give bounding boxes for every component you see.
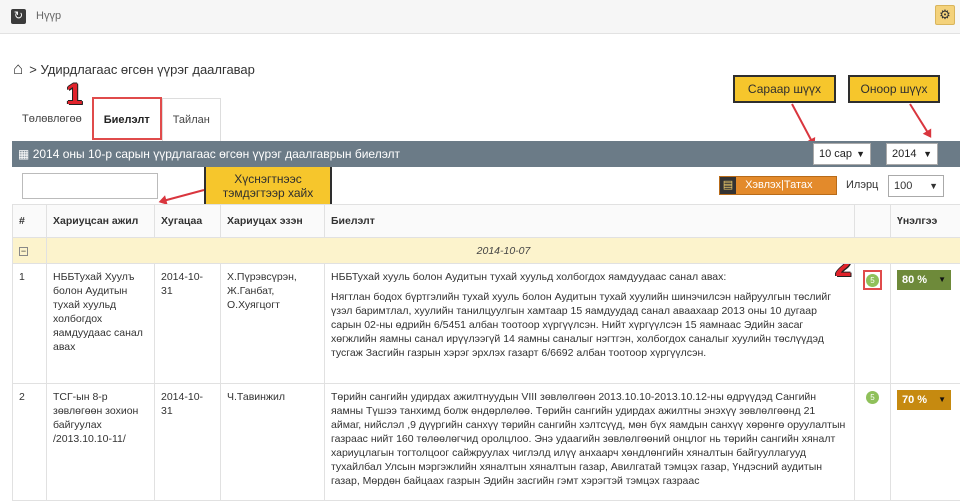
row-rating: 70 % ▼	[890, 383, 960, 501]
search-input[interactable]	[22, 173, 158, 199]
row-report: НББТухай хууль болон Аудитын тухай хууль…	[324, 263, 855, 384]
top-bar: ↻ Нүүр ⚙	[0, 0, 960, 34]
collapse-icon[interactable]: −	[19, 246, 28, 256]
chevron-down-icon: ▼	[938, 395, 946, 404]
panel-title: ▦ 2014 оны 10-р сарын үүрдлагаас өгсөн ү…	[18, 147, 400, 161]
table-toolbar: ▤ Хэвлэх|Татах Илэрц 100 ▼	[12, 167, 960, 204]
tab-execution[interactable]: Биелэлт	[91, 97, 162, 140]
month-select-value: 10 сар	[819, 148, 853, 160]
chevron-down-icon: ▼	[856, 149, 865, 159]
group-toggle-cell: −	[12, 237, 47, 264]
row-comments: 5	[854, 383, 891, 501]
chevron-down-icon: ▼	[938, 275, 946, 284]
panel-header: ▦ 2014 оны 10-р сарын үүрдлагаас өгсөн ү…	[12, 141, 960, 167]
row-report-paragraph: Төрийн сангийн удирдах ажилтнуудын VIII …	[331, 391, 846, 487]
group-date: 2014-10-07	[46, 237, 960, 264]
group-row: − 2014-10-07	[12, 237, 960, 264]
rating-value: 70 %	[902, 394, 928, 406]
per-page-value: 100	[894, 180, 913, 192]
chevron-down-icon: ▼	[923, 149, 932, 159]
column-header-comments	[854, 204, 891, 238]
row-rating: 80 % ▼	[890, 263, 960, 384]
panel-title-text: 2014 оны 10-р сарын үүрдлагаас өгсөн үүр…	[32, 147, 401, 161]
table-row: 2 ТСГ-ын 8-р зөвлөгөөн зохион байгуулах …	[12, 383, 960, 501]
table-header-row: # Хариуцсан ажил Хугацаа Хариуцах эзэн Б…	[12, 204, 960, 238]
tab-plan[interactable]: Төлөвлөгөө	[12, 98, 92, 141]
page-title: > Удирдлагаас өгсөн үүрэг даалгавар	[29, 61, 255, 77]
annotation-arrow-month	[791, 103, 815, 146]
table-row: 1 НББТухай Хуулъ болон Аудитын тухай хуу…	[12, 263, 960, 384]
comment-badge-wrapper[interactable]: 5	[863, 270, 882, 290]
rating-value: 80 %	[902, 274, 928, 286]
annotation-month-filter-label: Сараар шүүх	[747, 82, 822, 96]
print-icon: ▤	[720, 177, 736, 194]
per-page-label: Илэрц	[846, 179, 879, 191]
row-number: 1	[12, 263, 47, 384]
row-task: ТСГ-ын 8-р зөвлөгөөн зохион байгуулах /2…	[46, 383, 155, 501]
rating-select[interactable]: 70 % ▼	[897, 390, 951, 410]
per-page-select[interactable]: 100 ▼	[888, 175, 944, 197]
row-comments: 5	[854, 263, 891, 384]
comment-count-badge[interactable]: 5	[866, 274, 879, 287]
row-report-paragraph: НББТухай хууль болон Аудитын тухай хууль…	[331, 271, 727, 283]
column-header-owner[interactable]: Хариуцах эзэн	[220, 204, 325, 238]
rating-select[interactable]: 80 % ▼	[897, 270, 951, 290]
chevron-down-icon: ▼	[929, 181, 938, 191]
reload-icon[interactable]: ↻	[11, 9, 26, 24]
row-number: 2	[12, 383, 47, 501]
execution-table: # Хариуцсан ажил Хугацаа Хариуцах эзэн Б…	[12, 204, 960, 501]
row-deadline: 2014-10-31	[154, 263, 221, 384]
year-select-value: 2014	[892, 148, 917, 160]
gear-icon[interactable]: ⚙	[935, 5, 955, 25]
column-header-rating[interactable]: Үнэлгээ	[890, 204, 960, 238]
annotation-year-filter: Оноор шүүх	[848, 75, 940, 103]
export-button-label: Хэвлэх|Татах	[745, 179, 813, 191]
row-report: Төрийн сангийн удирдах ажилтнуудын VIII …	[324, 383, 855, 501]
tab-bar: Төлөвлөгөө Биелэлт Тайлан	[12, 97, 221, 141]
column-header-deadline[interactable]: Хугацаа	[154, 204, 221, 238]
tab-report[interactable]: Тайлан	[161, 98, 221, 141]
year-select[interactable]: 2014 ▼	[886, 143, 938, 165]
row-deadline: 2014-10-31	[154, 383, 221, 501]
annotation-arrow-year	[909, 103, 931, 137]
column-header-report[interactable]: Биелэлт	[324, 204, 855, 238]
home-link[interactable]: Нүүр	[36, 10, 61, 22]
row-owner: Ч.Тавинжил	[220, 383, 325, 501]
annotation-year-filter-label: Оноор шүүх	[860, 82, 928, 96]
row-task: НББТухай Хуулъ болон Аудитын тухай хууль…	[46, 263, 155, 384]
breadcrumb: ⌂ > Удирдлагаас өгсөн үүрэг даалгавар	[13, 59, 255, 79]
comment-count-badge[interactable]: 5	[866, 391, 879, 404]
export-button[interactable]: ▤ Хэвлэх|Татах	[719, 176, 837, 195]
row-owner: Х.Пүрэвсүрэн, Ж.Ганбат, О.Хуягцогт	[220, 263, 325, 384]
month-select[interactable]: 10 сар ▼	[813, 143, 871, 165]
calendar-icon: ▦	[18, 147, 30, 161]
home-icon[interactable]: ⌂	[13, 59, 23, 79]
column-header-task[interactable]: Хариуцсан ажил	[46, 204, 155, 238]
row-report-paragraph: Нягтлан бодох бүртгэлийн тухай хууль бол…	[331, 291, 832, 359]
annotation-month-filter: Сараар шүүх	[733, 75, 836, 103]
column-header-number[interactable]: #	[12, 204, 47, 238]
